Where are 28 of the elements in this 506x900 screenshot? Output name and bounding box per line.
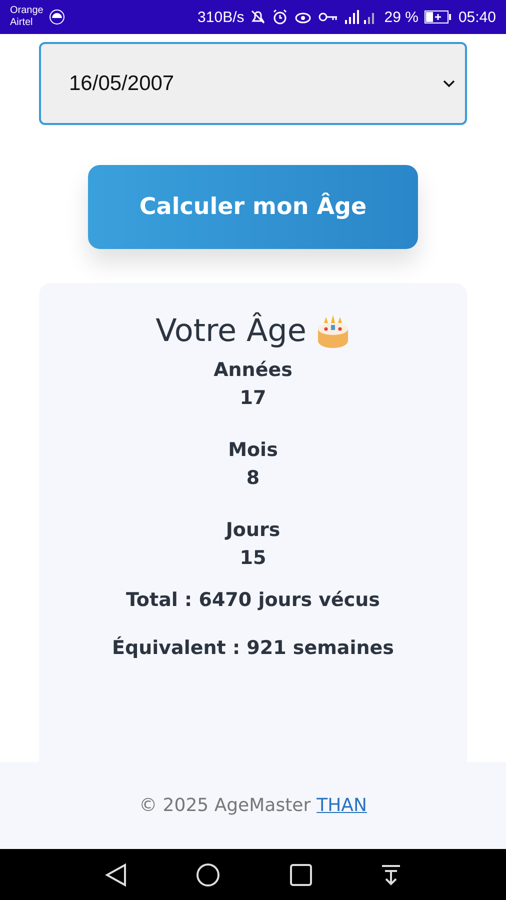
recent-apps-icon[interactable]: [290, 864, 312, 886]
clock-time: 05:40: [458, 8, 496, 26]
author-link[interactable]: THAN: [316, 795, 367, 816]
notification-pull-icon[interactable]: [381, 864, 402, 886]
key-icon: [318, 11, 338, 23]
result-title: Votre Âge: [156, 313, 306, 349]
date-select[interactable]: 16/05/2007: [39, 42, 467, 125]
weather-icon: [49, 9, 66, 25]
chevron-down-icon: [443, 80, 455, 88]
summary-text: Total : 6470 jours vécus: [126, 589, 380, 611]
copyright-text: © 2025 AgeMaster: [139, 795, 311, 816]
stat-label: Jours: [226, 519, 280, 541]
battery-percent: 29 %: [384, 8, 418, 26]
stat-value: 15: [240, 547, 266, 569]
home-icon[interactable]: [196, 862, 220, 886]
mute-icon: [250, 9, 266, 25]
stat-label: Années: [214, 359, 292, 381]
back-icon[interactable]: [104, 862, 127, 886]
alarm-icon: [272, 9, 288, 25]
stat-value: 8: [246, 467, 260, 489]
stat-label: Mois: [228, 439, 278, 461]
birthday-cake-icon: [316, 313, 350, 349]
calculate-button[interactable]: Calculer mon Âge: [88, 165, 418, 249]
carrier-name: Orange Airtel: [10, 5, 44, 29]
stat-value: 17: [240, 387, 266, 409]
battery-icon: [424, 10, 452, 24]
summary-text: Équivalent : 921 semaines: [112, 637, 394, 659]
network-speed: 310B/s: [198, 8, 244, 26]
